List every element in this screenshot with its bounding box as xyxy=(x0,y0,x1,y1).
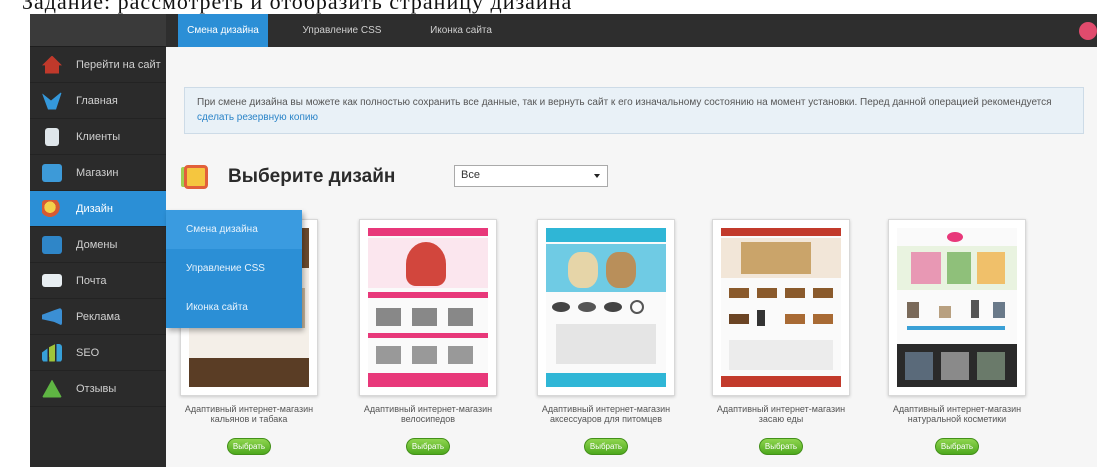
design-preview-frame xyxy=(888,219,1026,396)
design-caption: Адаптивный интернет-магазин аксессуаров … xyxy=(541,404,671,424)
submenu-item-css[interactable]: Управление CSS xyxy=(166,249,302,288)
tab-label: Управление CSS xyxy=(302,25,382,36)
tab-change-design[interactable]: Смена дизайна xyxy=(178,14,268,47)
submenu-item-change-design[interactable]: Смена дизайна xyxy=(166,210,302,249)
select-design-button[interactable]: Выбрать xyxy=(406,438,450,455)
design-card[interactable]: Адаптивный интернет-магазин аксессуаров … xyxy=(537,219,675,455)
page-title: Выберите дизайн xyxy=(228,166,396,187)
sidebar-item-label: Реклама xyxy=(76,310,121,323)
page: Задание: рассмотреть и отобразить страни… xyxy=(0,0,1097,467)
design-caption: Адаптивный интернет-магазин велосипедов xyxy=(363,404,493,424)
tab-css[interactable]: Управление CSS xyxy=(294,14,390,47)
select-value: Все xyxy=(461,169,480,181)
design-preview-frame xyxy=(537,219,675,396)
sidebar-item-label: Клиенты xyxy=(76,130,121,143)
sidebar-item-label: Домены xyxy=(76,238,118,251)
sidebar-item-label: Почта xyxy=(76,274,107,287)
domain-icon xyxy=(42,235,62,254)
sidebar-item-ads[interactable]: Реклама xyxy=(30,299,166,335)
cart-icon xyxy=(42,163,62,182)
sidebar-item-go-to-site[interactable]: Перейти на сайт xyxy=(30,47,166,83)
design-caption: Адаптивный интернет-магазин натуральной … xyxy=(892,404,1022,424)
document-icon xyxy=(45,127,59,146)
sidebar-item-design[interactable]: Дизайн xyxy=(30,191,166,227)
design-filter-select[interactable]: Все xyxy=(454,165,608,187)
design-preview-image xyxy=(721,228,841,387)
design-preview-image xyxy=(897,228,1017,387)
design-card[interactable]: Адаптивный интернет-магазин засаю еды Вы… xyxy=(712,219,850,455)
heading-row: Выберите дизайн xyxy=(184,162,395,192)
design-preview-image xyxy=(368,228,488,387)
home-icon xyxy=(42,55,62,74)
info-notice: При смене дизайна вы можете как полность… xyxy=(184,87,1084,134)
select-design-button[interactable]: Выбрать xyxy=(584,438,628,455)
select-design-button[interactable]: Выбрать xyxy=(227,438,271,455)
sidebar-item-mail[interactable]: Почта xyxy=(30,263,166,299)
tab-label: Смена дизайна xyxy=(187,25,259,36)
backup-link[interactable]: сделать резервную копию xyxy=(197,112,318,123)
tab-label: Иконка сайта xyxy=(430,25,492,36)
submenu-item-label: Управление CSS xyxy=(186,263,265,274)
design-preview-frame xyxy=(359,219,497,396)
document-text-strip: Задание: рассмотреть и отобразить страни… xyxy=(0,0,1097,14)
submenu-item-label: Смена дизайна xyxy=(186,224,258,235)
info-text: При смене дизайна вы можете как полность… xyxy=(197,97,1052,108)
sidebar-item-shop[interactable]: Магазин xyxy=(30,155,166,191)
design-caption: Адаптивный интернет-магазин засаю еды xyxy=(716,404,846,424)
top-tab-bar: Смена дизайна Управление CSS Иконка сайт… xyxy=(166,14,1097,47)
sidebar: Перейти на сайт Главная Клиенты Магазин … xyxy=(30,14,166,467)
design-card[interactable]: Адаптивный интернет-магазин велосипедов … xyxy=(359,219,497,455)
sidebar-item-reviews[interactable]: Отзывы xyxy=(30,371,166,407)
document-text: Задание: рассмотреть и отобразить страни… xyxy=(22,0,573,14)
sidebar-item-label: Главная xyxy=(76,94,118,107)
bird-icon xyxy=(42,91,62,110)
select-design-button[interactable]: Выбрать xyxy=(759,438,803,455)
sidebar-item-label: Перейти на сайт xyxy=(76,58,161,71)
design-icon xyxy=(184,165,208,189)
design-preview-frame xyxy=(712,219,850,396)
tab-favicon[interactable]: Иконка сайта xyxy=(418,14,504,47)
bar-chart-icon xyxy=(42,343,62,362)
main-content: При смене дизайна вы можете как полность… xyxy=(166,47,1097,467)
sidebar-item-clients[interactable]: Клиенты xyxy=(30,119,166,155)
sidebar-item-domains[interactable]: Домены xyxy=(30,227,166,263)
submenu-item-favicon[interactable]: Иконка сайта xyxy=(166,288,302,327)
mail-icon xyxy=(42,274,62,287)
submenu-item-label: Иконка сайта xyxy=(186,302,248,313)
design-card[interactable]: Адаптивный интернет-магазин натуральной … xyxy=(888,219,1026,455)
sidebar-item-seo[interactable]: SEO xyxy=(30,335,166,371)
design-preview-image xyxy=(546,228,666,387)
select-design-button[interactable]: Выбрать xyxy=(935,438,979,455)
megaphone-icon xyxy=(42,307,62,326)
help-icon[interactable] xyxy=(1079,22,1097,40)
design-submenu: Смена дизайна Управление CSS Иконка сайт… xyxy=(166,210,302,328)
chevron-down-icon xyxy=(594,174,600,178)
sidebar-item-label: SEO xyxy=(76,346,100,359)
sidebar-item-label: Магазин xyxy=(76,166,119,179)
sidebar-header xyxy=(30,14,166,47)
triangle-icon xyxy=(42,379,62,398)
design-caption: Адаптивный интернет-магазин кальянов и т… xyxy=(184,404,314,424)
sidebar-item-main[interactable]: Главная xyxy=(30,83,166,119)
sidebar-item-label: Дизайн xyxy=(76,202,113,215)
sidebar-item-label: Отзывы xyxy=(76,382,117,395)
palette-icon xyxy=(42,199,62,218)
